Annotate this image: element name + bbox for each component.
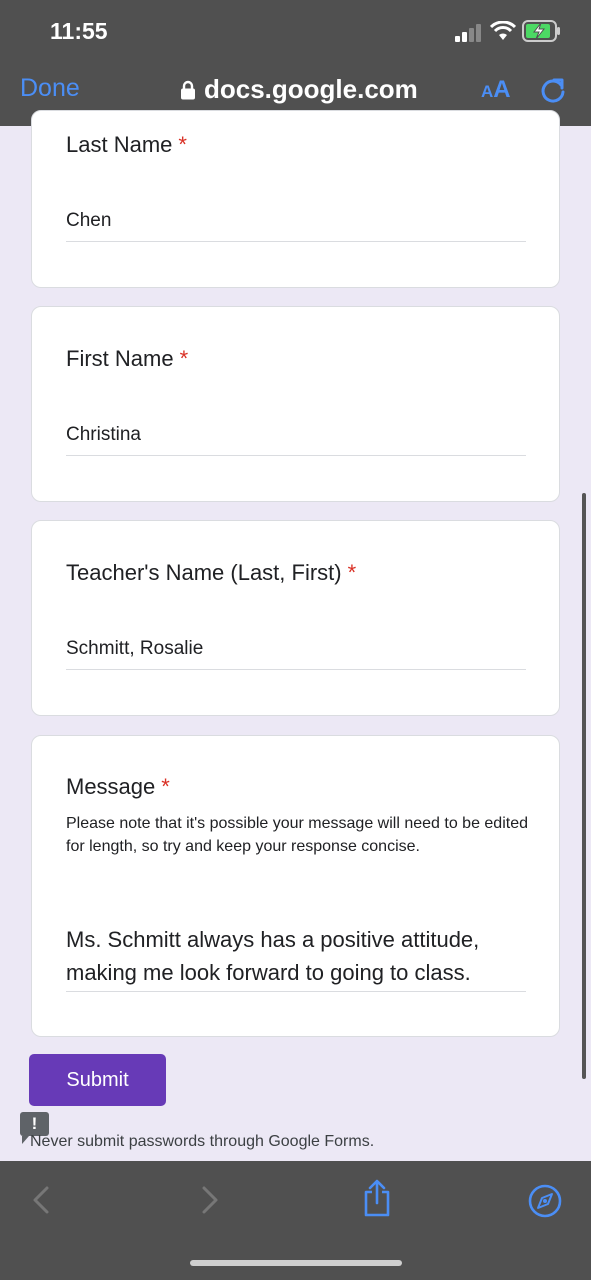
forward-icon[interactable]	[197, 1185, 223, 1215]
first-name-input[interactable]: Christina	[66, 424, 141, 446]
input-underline	[66, 455, 526, 456]
back-icon[interactable]	[28, 1185, 54, 1215]
home-indicator[interactable]	[190, 1260, 402, 1266]
question-label: Message *	[66, 774, 170, 799]
cellular-signal-icon	[455, 22, 483, 42]
share-icon[interactable]	[362, 1178, 392, 1218]
lock-icon	[181, 80, 195, 99]
last-name-input[interactable]: Chen	[66, 210, 111, 232]
question-label: First Name *	[66, 346, 189, 371]
status-time: 11:55	[50, 18, 108, 44]
url-text: docs.google.com	[204, 74, 418, 104]
reload-icon[interactable]	[539, 77, 567, 105]
browser-header: 11:55 Done docs.google.com AA	[0, 0, 591, 126]
question-card-last-name: Last Name * Chen	[31, 110, 560, 288]
required-asterisk: *	[178, 132, 187, 157]
question-label: Teacher's Name (Last, First) *	[66, 560, 357, 585]
wifi-icon	[490, 21, 516, 40]
question-card-first-name: First Name * Christina	[31, 306, 560, 502]
submit-button[interactable]: Submit	[29, 1054, 166, 1106]
required-asterisk: *	[179, 346, 189, 371]
question-card-message: Message * Please note that it's possible …	[31, 735, 560, 1037]
question-card-teacher-name: Teacher's Name (Last, First) * Schmitt, R…	[31, 520, 560, 716]
done-button[interactable]: Done	[20, 74, 80, 103]
question-description: Please note that it's possible your mess…	[66, 815, 528, 855]
input-underline	[66, 669, 526, 670]
compass-icon[interactable]	[527, 1183, 563, 1219]
question-label: Last Name *	[66, 132, 187, 157]
input-underline	[66, 991, 526, 992]
scrollbar[interactable]	[582, 493, 586, 1079]
message-textarea[interactable]: Ms. Schmitt always has a positive attitu…	[66, 923, 536, 989]
password-warning-text: Never submit passwords through Google Fo…	[30, 1133, 375, 1150]
input-underline	[66, 241, 526, 242]
required-asterisk: *	[347, 560, 357, 585]
required-asterisk: *	[161, 774, 170, 799]
text-size-button[interactable]: AA	[481, 76, 511, 104]
teacher-name-input[interactable]: Schmitt, Rosalie	[66, 638, 203, 660]
battery-charging-icon	[522, 20, 560, 42]
address-bar[interactable]: docs.google.com	[180, 74, 418, 105]
